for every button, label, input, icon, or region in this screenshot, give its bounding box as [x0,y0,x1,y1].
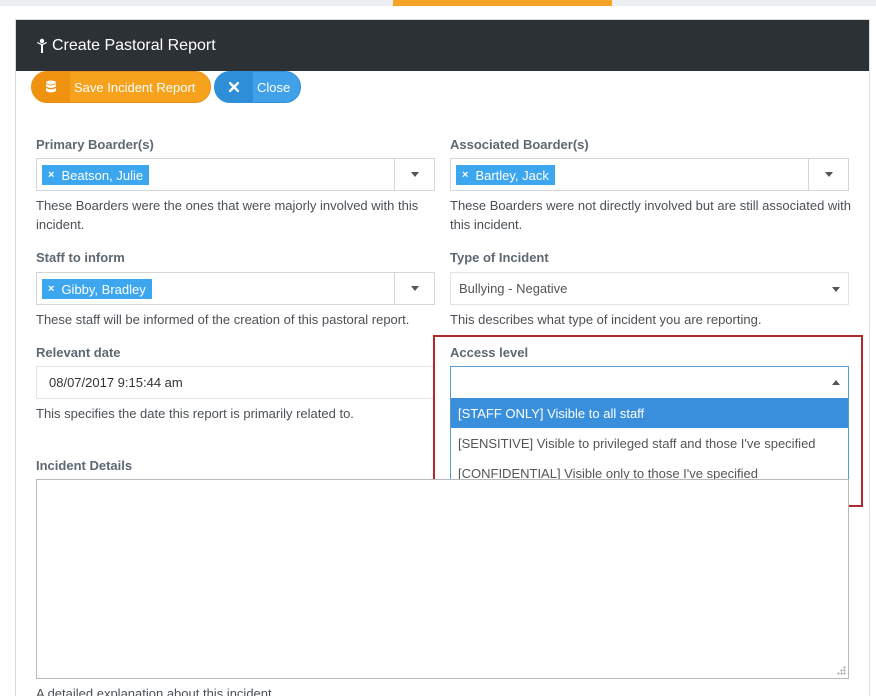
tag-gibby-bradley[interactable]: × Gibby, Bradley [42,279,152,299]
associated-boarders-label: Associated Boarder(s) [450,137,589,152]
incident-type-select[interactable]: Bullying - Negative [450,272,849,305]
chevron-down-icon [410,286,419,291]
incident-type-label: Type of Incident [450,250,549,265]
save-button-label: Save Incident Report [74,79,196,95]
tag-label: Gibby, Bradley [61,281,146,297]
page-title: Create Pastoral Report [52,36,216,54]
staff-to-inform-toggle[interactable] [394,273,434,304]
chevron-down-icon [410,172,419,177]
top-strip [0,0,876,6]
primary-boarders-select[interactable]: × Beatson, Julie [36,158,435,191]
incident-details-help: A detailed explanation about this incide… [36,686,276,696]
associated-boarders-toggle[interactable] [808,159,848,190]
incident-type-help: This describes what type of incident you… [450,312,762,327]
tag-bartley-jack[interactable]: × Bartley, Jack [456,165,555,185]
chevron-down-icon [824,172,833,177]
staff-to-inform-select[interactable]: × Gibby, Bradley [36,272,435,305]
close-button-label: Close [257,79,291,95]
incident-type-value: Bullying - Negative [459,281,568,296]
database-icon [32,72,70,102]
relevant-date-value: 08/07/2017 9:15:44 am [49,375,183,390]
save-incident-report-button[interactable]: Save Incident Report [31,71,211,103]
tag-beatson-julie[interactable]: × Beatson, Julie [42,165,150,185]
active-tab-indicator[interactable] [393,0,612,6]
close-button[interactable]: Close [214,71,301,103]
remove-tag-icon[interactable]: × [48,283,54,295]
chevron-down-icon [832,287,840,292]
relevant-date-label: Relevant date [36,345,121,360]
staff-to-inform-label: Staff to inform [36,250,125,265]
panel-header: Create Pastoral Report [16,20,869,71]
associated-boarders-help: These Boarders were not directly involve… [450,198,852,232]
close-icon [215,72,253,102]
relevant-date-input[interactable]: 08/07/2017 9:15:44 am [36,366,435,399]
remove-tag-icon[interactable]: × [462,169,468,181]
staff-to-inform-help: These staff will be informed of the crea… [36,312,410,327]
primary-boarders-label: Primary Boarder(s) [36,137,154,152]
resize-grip-icon[interactable] [836,666,846,676]
primary-boarders-help: These Boarders were the ones that were m… [36,198,419,232]
relevant-date-help: This specifies the date this report is p… [36,406,354,421]
tag-label: Beatson, Julie [61,167,144,183]
incident-details-textarea[interactable] [36,479,849,679]
incident-details-label: Incident Details [36,458,133,473]
primary-boarders-toggle[interactable] [394,159,434,190]
remove-tag-icon[interactable]: × [48,169,54,181]
person-icon [36,38,48,54]
tag-label: Bartley, Jack [475,167,549,183]
associated-boarders-select[interactable]: × Bartley, Jack [450,158,849,191]
